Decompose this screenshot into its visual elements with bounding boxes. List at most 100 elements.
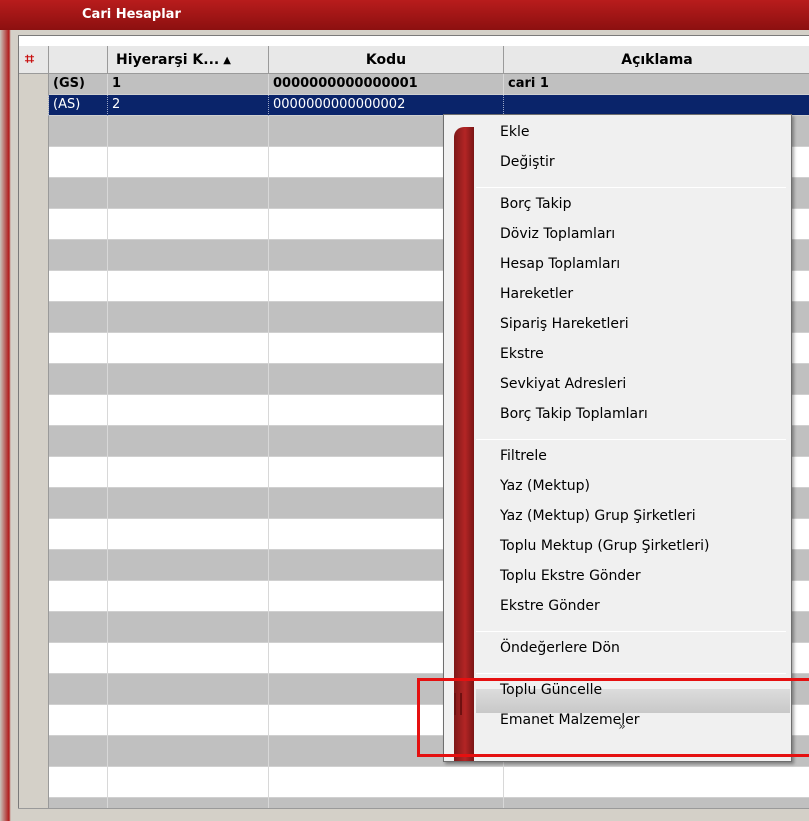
row-indicator[interactable] (19, 364, 49, 395)
menu-item[interactable]: Sipariş Hareketleri (500, 313, 629, 335)
context-menu-sidebar (454, 127, 474, 761)
grid-cell (49, 550, 108, 581)
grid-cell (49, 426, 108, 457)
grid-footer (18, 808, 809, 821)
cell-description (504, 95, 809, 116)
grid-cell (108, 271, 269, 302)
grid-cell (108, 240, 269, 271)
sort-ascending-icon: ▲ (223, 55, 231, 66)
menu-item[interactable]: Yaz (Mektup) (500, 475, 590, 497)
menu-item[interactable]: Hesap Toplamları (500, 253, 620, 275)
menu-item[interactable]: Borç Takip Toplamları (500, 403, 648, 425)
grid-cell (49, 333, 108, 364)
menu-item[interactable]: Hareketler (500, 283, 573, 305)
column-header-code[interactable]: Kodu (269, 46, 504, 74)
menu-item[interactable]: Ekle (500, 121, 529, 143)
grid-cell (49, 767, 108, 798)
menu-item[interactable]: Yaz (Mektup) Grup Şirketleri (500, 505, 696, 527)
grid-cell (49, 209, 108, 240)
context-menu: » Ekle Değiştir Borç Takip Döviz Toplamları… (443, 114, 792, 762)
table-row-empty[interactable] (19, 767, 809, 798)
row-indicator[interactable] (19, 550, 49, 581)
grid-cell (49, 364, 108, 395)
grid-cell (108, 519, 269, 550)
cell-hierarchy: 1 (108, 74, 269, 95)
column-header-description[interactable]: Açıklama (504, 46, 809, 74)
row-indicator[interactable] (19, 426, 49, 457)
grid-select-all[interactable]: ⌗ (19, 46, 49, 74)
row-indicator[interactable] (19, 74, 49, 95)
cell-description: cari 1 (504, 74, 809, 95)
row-indicator[interactable] (19, 116, 49, 147)
menu-item[interactable]: Öndeğerlere Dön (500, 637, 620, 659)
row-indicator[interactable] (19, 519, 49, 550)
window-title: Cari Hesaplar (82, 7, 181, 22)
row-indicator[interactable] (19, 705, 49, 736)
cell-code: 0000000000000002 (269, 95, 504, 116)
row-indicator[interactable] (19, 95, 49, 116)
grid-settings-icon[interactable]: ⌗ (25, 51, 41, 67)
column-header-type[interactable] (49, 46, 108, 74)
row-indicator[interactable] (19, 302, 49, 333)
row-indicator[interactable] (19, 612, 49, 643)
grid-cell (49, 240, 108, 271)
grid-cell (49, 488, 108, 519)
grid-cell (269, 767, 504, 798)
grid-cell (49, 395, 108, 426)
grid-cell (108, 705, 269, 736)
table-row[interactable]: (GS) 1 0000000000000001 cari 1 (19, 74, 809, 95)
grid-cell (49, 519, 108, 550)
table-row-selected[interactable]: (AS) 2 0000000000000002 (19, 95, 809, 116)
grid-cell (49, 457, 108, 488)
grid-cell (49, 581, 108, 612)
menu-item[interactable]: Döviz Toplamları (500, 223, 615, 245)
grid-cell (49, 674, 108, 705)
grid-cell (49, 271, 108, 302)
row-indicator[interactable] (19, 333, 49, 364)
row-indicator[interactable] (19, 674, 49, 705)
row-indicator[interactable] (19, 395, 49, 426)
menu-item[interactable]: Ekstre Gönder (500, 595, 600, 617)
grid-cell (108, 147, 269, 178)
cell-hierarchy: 2 (108, 95, 269, 116)
menu-separator (476, 439, 786, 440)
grid-cell (108, 395, 269, 426)
grid-cell (108, 426, 269, 457)
cell-code: 0000000000000001 (269, 74, 504, 95)
grid-cell (49, 116, 108, 147)
menu-item[interactable]: Emanet Malzemeler (500, 709, 640, 731)
row-indicator[interactable] (19, 240, 49, 271)
grid-cell (108, 209, 269, 240)
window-titlebar: Cari Hesaplar (0, 0, 809, 30)
grid-cell (108, 178, 269, 209)
column-header-code-label: Kodu (365, 52, 407, 68)
grid-cell (108, 767, 269, 798)
row-indicator[interactable] (19, 271, 49, 302)
menu-item[interactable]: Ekstre (500, 343, 544, 365)
row-indicator[interactable] (19, 643, 49, 674)
row-indicator[interactable] (19, 457, 49, 488)
row-indicator[interactable] (19, 147, 49, 178)
row-indicator[interactable] (19, 488, 49, 519)
menu-item[interactable]: Değiştir (500, 151, 555, 173)
menu-grip-icon (454, 693, 462, 715)
menu-item[interactable]: Filtrele (500, 445, 547, 467)
row-indicator[interactable] (19, 767, 49, 798)
menu-separator (476, 673, 786, 674)
grid-cell (108, 302, 269, 333)
menu-item[interactable]: Toplu Ekstre Gönder (500, 565, 641, 587)
grid-cell (108, 364, 269, 395)
row-indicator[interactable] (19, 736, 49, 767)
menu-item[interactable]: Sevkiyat Adresleri (500, 373, 626, 395)
cell-type: (GS) (49, 74, 108, 95)
grid-cell (108, 581, 269, 612)
grid-cell (49, 643, 108, 674)
row-indicator[interactable] (19, 178, 49, 209)
grid-cell (49, 612, 108, 643)
menu-item[interactable]: Toplu Güncelle (500, 679, 602, 701)
row-indicator[interactable] (19, 209, 49, 240)
menu-item[interactable]: Toplu Mektup (Grup Şirketleri) (500, 535, 709, 557)
column-header-hierarchy[interactable]: Hiyerarşi K... ▲ (108, 46, 269, 74)
row-indicator[interactable] (19, 581, 49, 612)
menu-item[interactable]: Borç Takip (500, 193, 571, 215)
